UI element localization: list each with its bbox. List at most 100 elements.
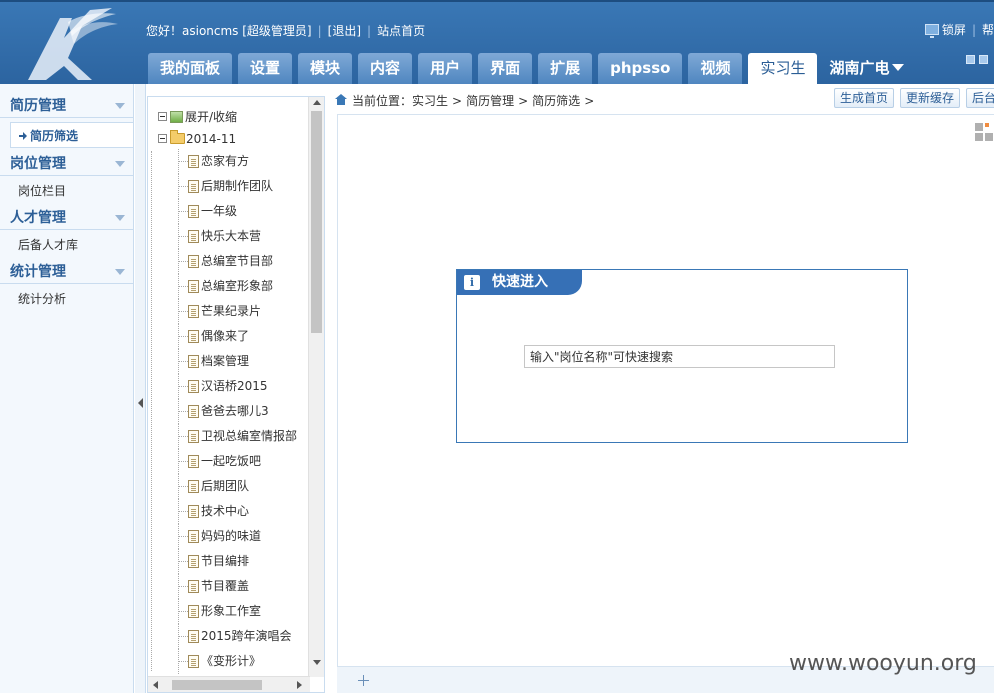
backend-button[interactable]: 后台 [966,88,994,108]
breadcrumb: 当前位置：实习生 > 简历管理 > 简历筛选 > [352,92,598,109]
scrollbar-thumb[interactable] [172,680,262,690]
separator: | [367,24,372,38]
tab-phpsso[interactable]: phpsso [598,53,683,84]
sidebar-item-stats-analysis[interactable]: 统计分析 [0,284,133,314]
scroll-down-icon[interactable] [313,660,321,665]
tree-item[interactable]: 一年级 [158,199,310,224]
tree-item-label: 技术中心 [201,504,250,518]
tree-item[interactable]: 卫视总编室情报部 [158,424,310,449]
tab-hunan-broadcast-label: 湖南广电 [829,59,890,77]
tab-my-panel[interactable]: 我的面板 [148,53,233,84]
tree-vertical-scrollbar[interactable] [308,97,324,677]
sidebar-section-title: 岗位管理 [10,156,66,172]
tree-item[interactable]: 后期制作团队 [158,174,310,199]
tab-content[interactable]: 内容 [358,53,413,84]
chevron-down-icon [892,64,905,71]
update-cache-button[interactable]: 更新缓存 [900,88,961,108]
tree-item-label: 芒果纪录片 [201,304,262,318]
tree-item[interactable]: 偶像来了 [158,324,310,349]
document-icon [188,455,199,468]
tree-item[interactable]: 妈妈的味道 [158,524,310,549]
breadcrumb-item[interactable]: 简历管理 [466,94,514,108]
separator: | [971,23,976,37]
grid-view-icon[interactable] [975,123,994,149]
tree-item[interactable]: 快乐大本营 [158,224,310,249]
tree-item-list: 恋家有方 后期制作团队一年级快乐大本营总编室节目部总编室形象部芒果纪录片偶像来了档… [158,149,310,674]
tab-hunan-broadcast[interactable]: 湖南广电 [823,53,910,84]
breadcrumb-prefix: 当前位置： [352,94,413,108]
tree-item[interactable]: 爸爸去哪儿3 [158,399,310,424]
scroll-right-icon[interactable] [297,681,302,689]
tree-item-label: 总编室节目部 [201,254,274,268]
grid-cell [985,123,989,127]
scrollbar-thumb[interactable] [311,111,322,333]
document-icon [188,605,199,618]
help-link[interactable]: 帮 [982,23,994,37]
tree-item-label: 卫视总编室情报部 [201,429,298,443]
site-home-link[interactable]: 站点首页 [377,22,425,39]
tree-expand-collapse[interactable]: 展开/收缩 [158,105,310,127]
tree-item[interactable]: 芒果纪录片 [158,299,310,324]
tab-intern[interactable]: 实习生 [748,53,818,84]
plus-icon[interactable] [358,675,369,686]
sidebar-section-position[interactable]: 岗位管理 [0,152,133,176]
scroll-up-icon[interactable] [313,100,321,105]
document-icon [188,280,199,293]
collapse-icon[interactable] [158,112,167,121]
fullscreen-icon[interactable] [979,55,988,64]
tab-extensions[interactable]: 扩展 [538,53,593,84]
dialog-title: 快速进入 [492,274,548,290]
tree-item[interactable]: 后期团队 [158,474,310,499]
tree-item[interactable]: 形象工作室 [158,599,310,624]
sidebar-section-stats[interactable]: 统计管理 [0,260,133,284]
tree-item[interactable]: 2015跨年演唱会 [158,624,310,649]
tree-item[interactable]: 节目覆盖 [158,574,310,599]
tree-item[interactable]: 总编室节目部 [158,249,310,274]
tab-users[interactable]: 用户 [418,53,473,84]
logout-link[interactable]: [退出] [328,22,361,39]
tree-item[interactable]: 节目编排 [158,549,310,574]
document-icon [188,155,199,168]
breadcrumb-item[interactable]: 实习生 [412,94,448,108]
sidebar-splitter[interactable] [135,84,146,693]
tree-item[interactable]: 《变形计》 [158,649,310,674]
tree-item-label: 偶像来了 [201,329,250,343]
tree-item[interactable]: 技术中心 [158,499,310,524]
tree-item[interactable]: 汉语桥2015 [158,374,310,399]
tree-item[interactable]: 总编室形象部 [158,274,310,299]
tab-modules[interactable]: 模块 [298,53,353,84]
document-icon [188,430,199,443]
sidebar-item-label: 简历筛选 [30,129,79,143]
sidebar-item-resume-filter[interactable]: 简历筛选 [10,122,133,148]
document-icon [188,530,199,543]
generate-home-button[interactable]: 生成首页 [834,88,895,108]
app-logo [28,8,118,80]
tree-item-label: 一年级 [201,204,238,218]
top-header: 您好！asioncms [超级管理员] | [退出] | 站点首页 锁屏 | 帮 我的面板设… [0,0,994,84]
quick-search-input[interactable] [524,345,835,368]
document-icon [188,555,199,568]
sidebar-item-talent-pool[interactable]: 后备人才库 [0,230,133,260]
tree-item[interactable]: 恋家有方 [158,149,310,174]
top-right-links: 锁屏 | 帮 [924,21,994,38]
collapse-icon[interactable] [158,134,167,143]
restore-icon[interactable] [966,55,975,64]
sidebar-item-position-column[interactable]: 岗位栏目 [0,176,133,206]
lock-screen-link[interactable]: 锁屏 [942,23,966,37]
tree-item[interactable]: 一起吃饭吧 [158,449,310,474]
tab-settings[interactable]: 设置 [238,53,293,84]
sidebar-section-resume[interactable]: 简历管理 [0,94,133,118]
monitor-icon [924,24,939,38]
chevron-down-icon [115,215,125,221]
breadcrumb-item[interactable]: 简历筛选 [532,94,580,108]
tab-interface[interactable]: 界面 [478,53,533,84]
collapse-arrow-icon[interactable] [138,398,143,408]
tree-guide-line [151,151,152,671]
tree-horizontal-scrollbar[interactable] [148,676,310,692]
tab-video[interactable]: 视频 [688,53,743,84]
sidebar-section-talent[interactable]: 人才管理 [0,206,133,230]
tree-item[interactable]: 档案管理 [158,349,310,374]
scroll-left-icon[interactable] [153,681,158,689]
tree-item-label: 妈妈的味道 [201,529,262,543]
tree-folder-2014-11[interactable]: 2014-11 [158,127,310,149]
